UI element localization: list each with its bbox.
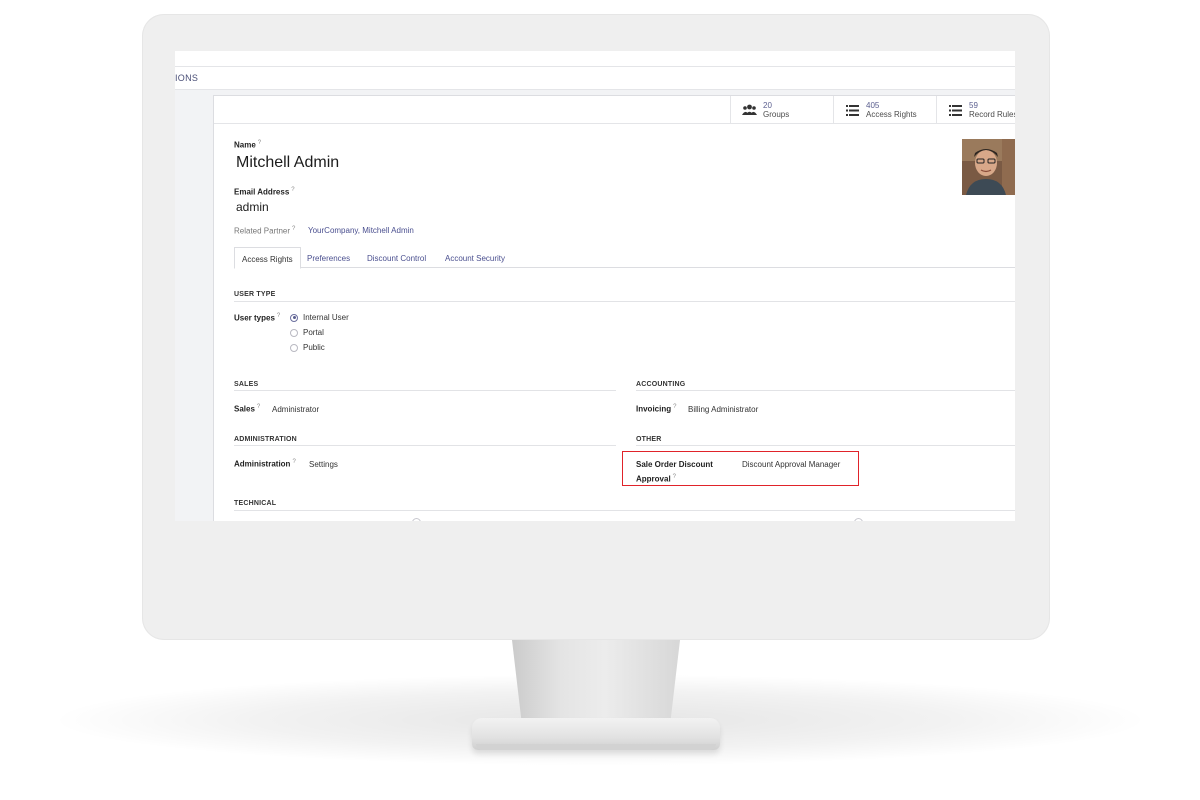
help-icon[interactable]: ?: [291, 187, 294, 193]
radio-public[interactable]: Public: [290, 343, 325, 352]
breadcrumb-bar: IONS: [175, 66, 1015, 90]
top-bar: [175, 51, 1015, 66]
tab-preferences[interactable]: Preferences: [300, 247, 357, 268]
radio-icon: [290, 343, 298, 352]
radio-internal-user[interactable]: Internal User: [290, 313, 349, 322]
record-rules-button[interactable]: 59 Record Rules: [936, 96, 1015, 124]
stat-button-box: 20 Groups 405 Access Rights 59 Record Ru…: [214, 96, 1015, 124]
tab-access-rights[interactable]: Access Rights: [234, 247, 301, 269]
groups-label: Groups: [763, 110, 790, 119]
groups-count: 20: [763, 101, 772, 110]
list-icon: [844, 103, 860, 117]
checkbox-icon[interactable]: [854, 518, 863, 521]
monitor-screen: IONS 20 Groups 405 Access Rights 59 Reco…: [175, 51, 1015, 521]
section-accounting: ACCOUNTING: [636, 381, 686, 388]
radio-icon: [290, 328, 298, 337]
section-sales: SALES: [234, 381, 259, 388]
list-icon: [947, 103, 963, 117]
divider: [636, 445, 1015, 446]
help-icon[interactable]: ?: [292, 226, 295, 232]
name-field[interactable]: Mitchell Admin: [236, 154, 339, 172]
form-sheet: 20 Groups 405 Access Rights 59 Record Ru…: [213, 95, 1015, 521]
breadcrumb[interactable]: IONS: [175, 73, 198, 83]
checkbox-icon[interactable]: [412, 518, 421, 521]
sales-label: Sales?: [234, 404, 261, 414]
help-icon[interactable]: ?: [292, 459, 295, 465]
record-rules-count: 59: [969, 101, 978, 110]
avatar[interactable]: [962, 139, 1015, 195]
tab-account-security[interactable]: Account Security: [438, 247, 512, 268]
access-rights-label: Access Rights: [866, 110, 917, 119]
highlight-box: [622, 451, 859, 486]
email-field[interactable]: admin: [236, 200, 269, 214]
monitor-base-lip: [476, 744, 716, 750]
divider: [234, 301, 1015, 302]
section-user-type: USER TYPE: [234, 291, 276, 298]
help-icon[interactable]: ?: [673, 404, 676, 410]
user-types-label: User types?: [234, 313, 281, 323]
sales-field[interactable]: Administrator: [272, 405, 319, 414]
section-administration: ADMINISTRATION: [234, 436, 297, 443]
divider: [234, 445, 616, 446]
record-rules-label: Record Rules: [969, 110, 1015, 119]
monitor-neck: [511, 636, 681, 726]
help-icon[interactable]: ?: [258, 140, 261, 146]
radio-portal[interactable]: Portal: [290, 328, 324, 337]
help-icon[interactable]: ?: [277, 313, 280, 319]
administration-field[interactable]: Settings: [309, 460, 338, 469]
related-partner-link[interactable]: YourCompany, Mitchell Admin: [308, 226, 414, 235]
section-technical: TECHNICAL: [234, 500, 277, 507]
notebook-tabs: Access Rights Preferences Discount Contr…: [234, 247, 1015, 269]
section-other: OTHER: [636, 436, 662, 443]
email-label: Email Address?: [234, 187, 295, 197]
divider: [234, 510, 1015, 511]
access-rights-count: 405: [866, 101, 880, 110]
related-partner-label: Related Partner?: [234, 226, 296, 236]
invoicing-label: Invoicing?: [636, 404, 677, 414]
users-icon: [741, 103, 757, 117]
divider: [234, 390, 616, 391]
name-label: Name?: [234, 140, 262, 150]
access-rights-button[interactable]: 405 Access Rights: [833, 96, 936, 124]
help-icon[interactable]: ?: [257, 404, 260, 410]
invoicing-field[interactable]: Billing Administrator: [688, 405, 758, 414]
administration-label: Administration?: [234, 459, 296, 469]
groups-button[interactable]: 20 Groups: [730, 96, 833, 124]
divider: [636, 390, 1015, 391]
tab-discount-control[interactable]: Discount Control: [360, 247, 433, 268]
radio-selected-icon: [290, 313, 298, 322]
